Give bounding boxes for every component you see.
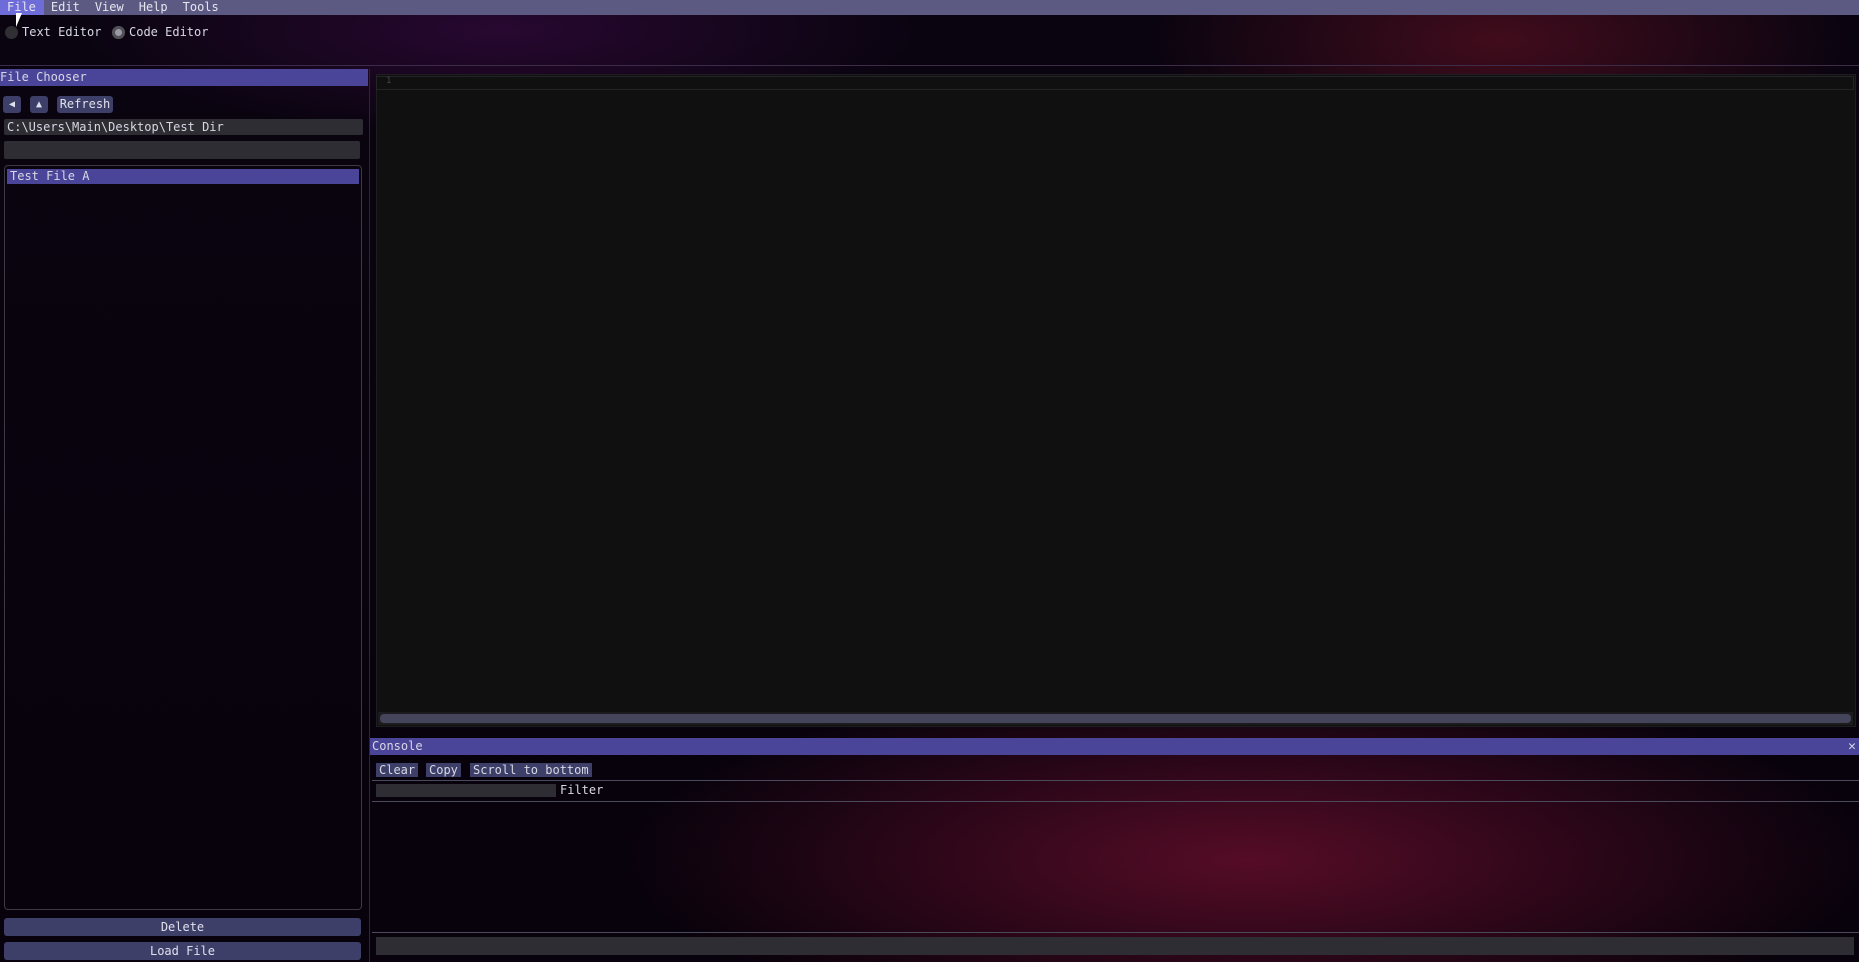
copy-button[interactable]: Copy	[426, 763, 461, 777]
up-arrow-icon: ▲	[35, 99, 43, 110]
code-editor-radio[interactable]: Code Editor	[112, 25, 208, 39]
text-editor-label: Text Editor	[22, 25, 102, 39]
file-list: Test File A	[4, 165, 362, 910]
delete-button[interactable]: Delete	[4, 918, 361, 936]
editor-scrollbar-thumb[interactable]	[380, 714, 1851, 723]
up-directory-button[interactable]: ▲	[30, 96, 48, 113]
console-divider	[372, 780, 1859, 781]
menu-tools[interactable]: Tools	[176, 0, 227, 15]
back-arrow-icon: ◀	[8, 99, 16, 110]
path-field[interactable]: C:\Users\Main\Desktop\Test Dir	[4, 119, 363, 135]
close-icon[interactable]: ✕	[1845, 738, 1859, 755]
back-button[interactable]: ◀	[3, 96, 21, 113]
panel-divider[interactable]	[369, 69, 370, 962]
menu-help[interactable]: Help	[132, 0, 176, 15]
menu-view[interactable]: View	[88, 0, 132, 15]
console-filter-input[interactable]	[376, 784, 556, 797]
code-editor[interactable]	[376, 74, 1856, 727]
menu-edit[interactable]: Edit	[44, 0, 88, 15]
current-line-highlight	[376, 76, 1854, 90]
clear-button[interactable]: Clear	[376, 763, 419, 777]
toolbar-divider	[0, 65, 1859, 66]
file-chooser-title: File Chooser	[0, 69, 368, 86]
file-filter-input[interactable]	[4, 141, 360, 159]
line-number: 1	[386, 76, 392, 86]
scroll-to-bottom-button[interactable]: Scroll to bottom	[470, 763, 592, 777]
console-command-input[interactable]	[376, 937, 1854, 955]
text-editor-radio[interactable]: Text Editor	[5, 25, 101, 39]
console-title: Console	[370, 738, 1859, 755]
console-divider	[372, 932, 1859, 933]
code-editor-label: Code Editor	[129, 25, 209, 39]
radio-checked-icon	[112, 25, 125, 39]
mouse-pointer-icon	[16, 13, 22, 27]
console-filter-label: Filter	[560, 783, 604, 797]
file-list-item[interactable]: Test File A	[7, 169, 359, 184]
load-file-button[interactable]: Load File	[4, 942, 361, 960]
menu-bar: File Edit View Help Tools	[0, 0, 1859, 15]
refresh-button[interactable]: Refresh	[57, 96, 113, 113]
console-log-area	[372, 802, 1859, 932]
radio-unchecked-icon	[5, 25, 18, 39]
